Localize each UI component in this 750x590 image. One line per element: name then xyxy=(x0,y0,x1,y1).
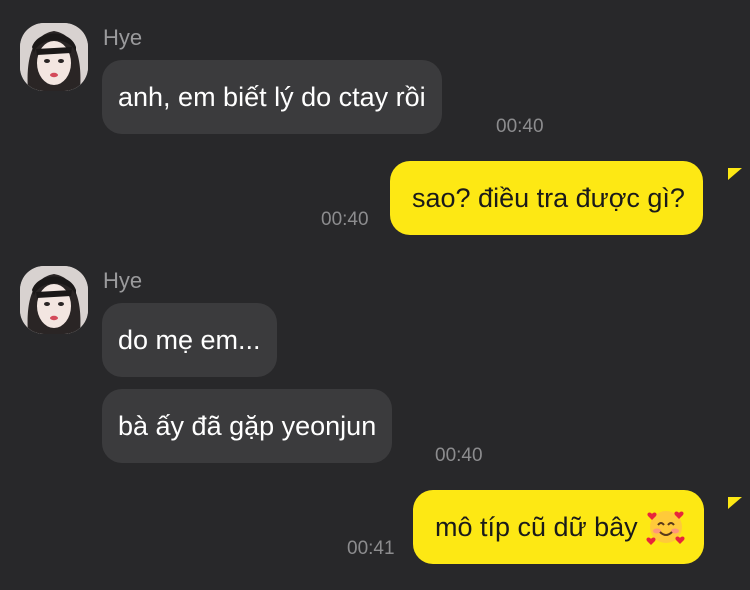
avatar[interactable] xyxy=(20,266,88,334)
profile-photo-icon xyxy=(20,23,88,91)
message-timestamp: 00:40 xyxy=(496,116,544,137)
message-timestamp: 00:40 xyxy=(435,445,483,466)
profile-photo-icon xyxy=(20,266,88,334)
message-bubble-incoming[interactable]: do mẹ em... xyxy=(102,303,277,377)
bubble-tail xyxy=(728,168,742,180)
message-bubble-incoming[interactable]: anh, em biết lý do ctay rồi xyxy=(102,60,442,134)
message-text: mô típ cũ dữ bây xyxy=(435,512,638,542)
message-bubble-outgoing[interactable]: sao? điều tra được gì? xyxy=(390,161,703,235)
message-bubble-incoming[interactable]: bà ấy đã gặp yeonjun xyxy=(102,389,393,463)
smiling-face-with-hearts-icon xyxy=(646,510,685,545)
sender-name: Hye xyxy=(103,25,143,50)
message-timestamp: 00:41 xyxy=(347,538,395,559)
message-timestamp: 00:40 xyxy=(321,209,369,230)
bubble-tail xyxy=(728,497,742,509)
sender-name: Hye xyxy=(103,268,143,293)
message-bubble-outgoing[interactable]: mô típ cũ dữ bây xyxy=(413,490,704,564)
avatar[interactable] xyxy=(20,23,88,91)
